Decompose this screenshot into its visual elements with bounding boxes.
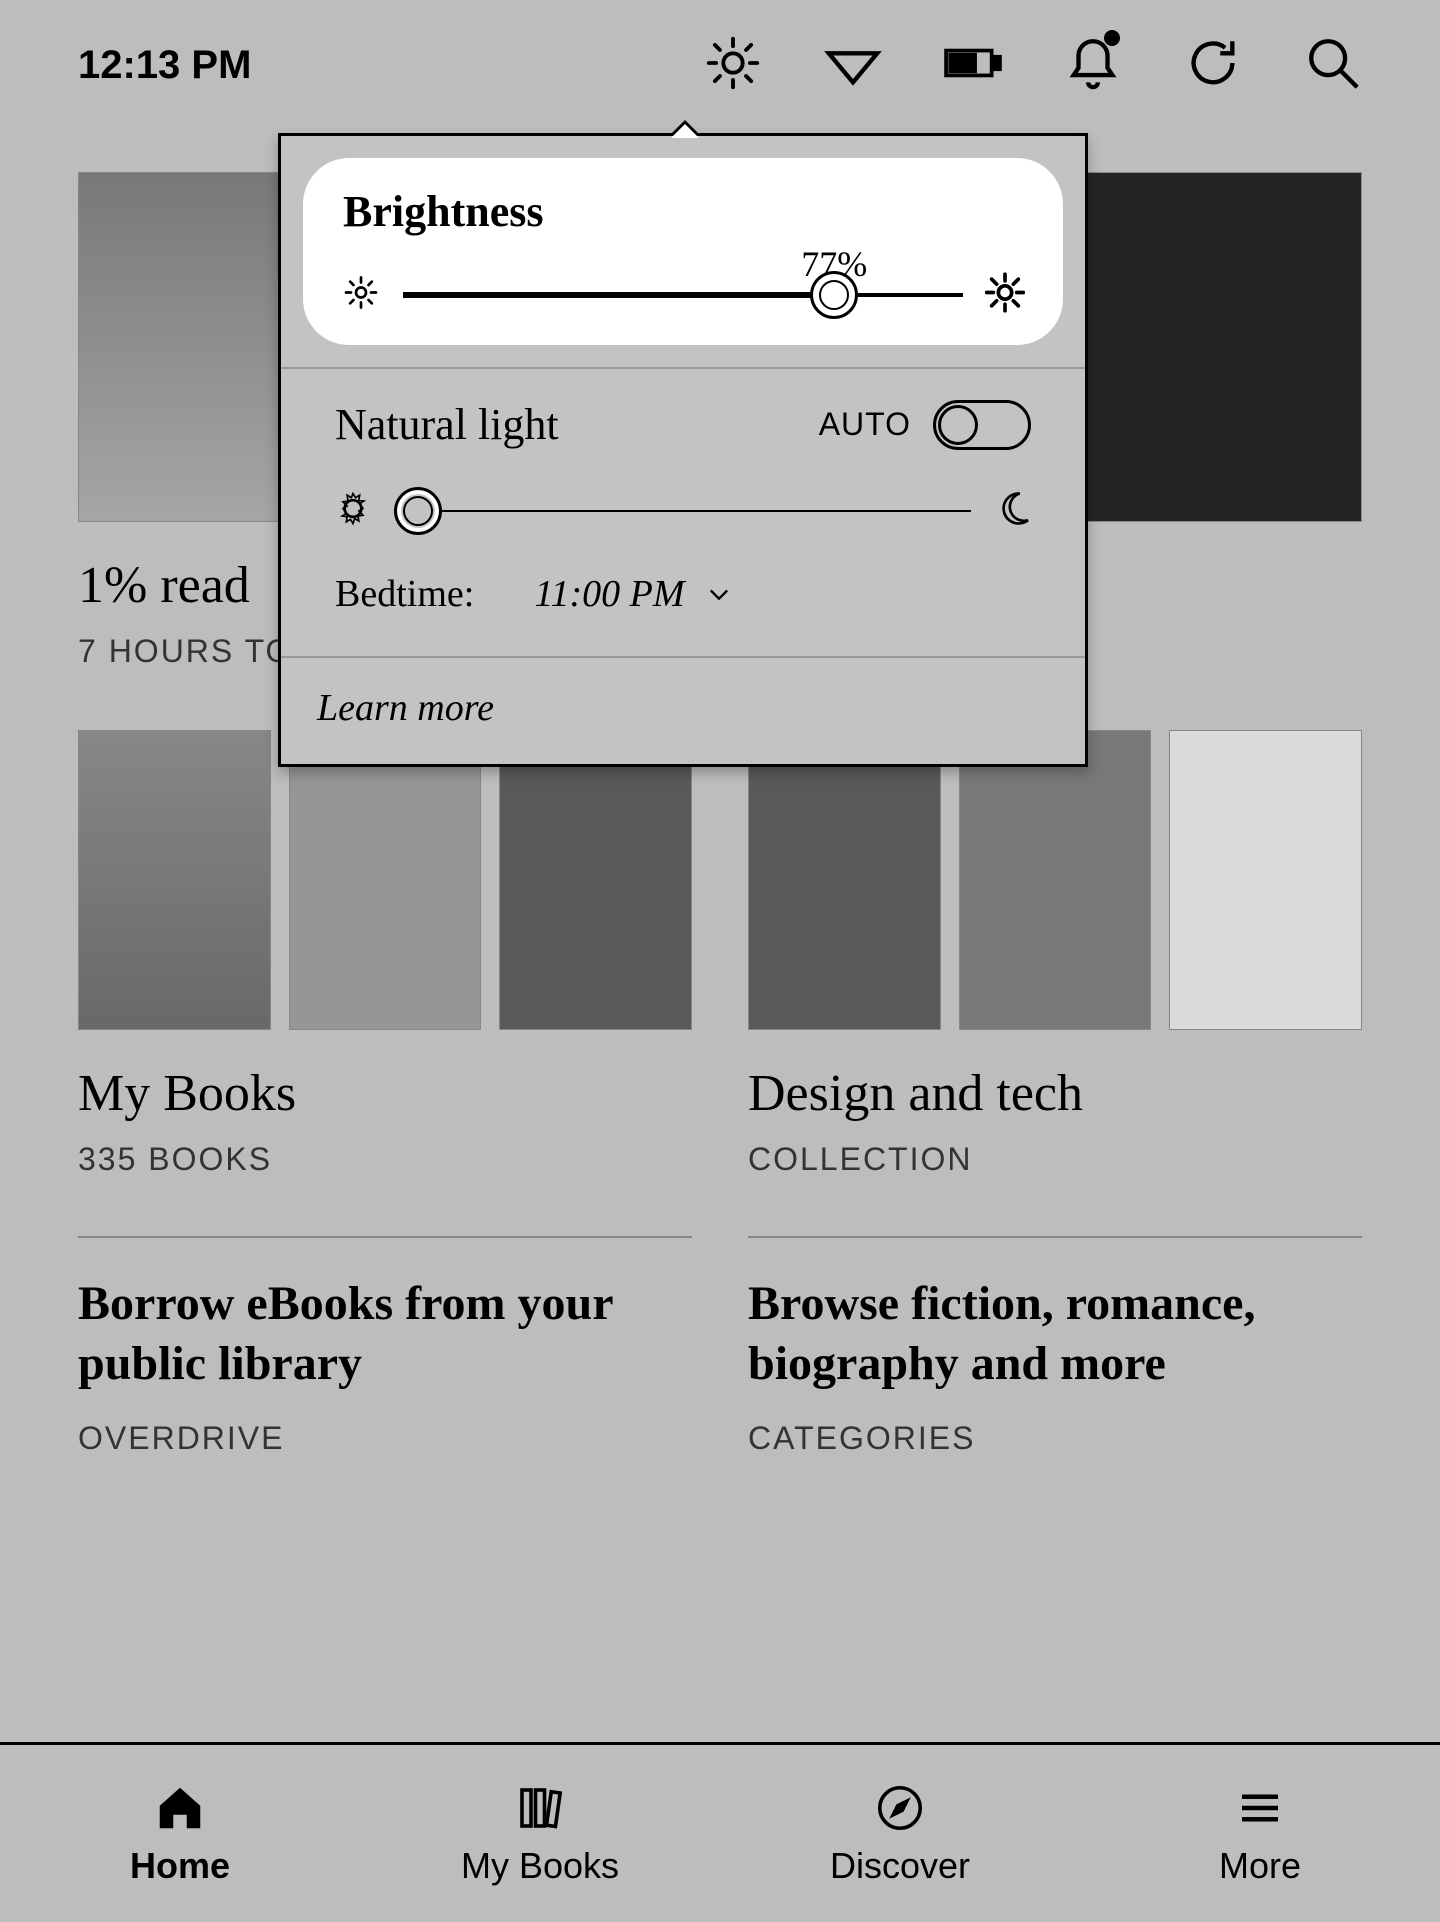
slider-thumb[interactable] [394, 487, 442, 535]
brightness-title: Brightness [343, 186, 1023, 237]
slider-thumb[interactable] [810, 271, 858, 319]
book-cover[interactable] [1055, 172, 1363, 522]
promo-subtitle: OVERDRIVE [78, 1420, 692, 1457]
categories-link[interactable]: Browse fiction, romance, biography and m… [748, 1274, 1362, 1457]
brightness-slider[interactable]: 77% [343, 293, 1023, 297]
moon-icon [993, 489, 1033, 534]
compass-icon [873, 1781, 927, 1835]
shelf-title: My Books [78, 1064, 692, 1123]
sun-outline-icon [333, 489, 373, 534]
chevron-down-icon [705, 580, 733, 608]
wifi-icon[interactable] [824, 34, 882, 97]
book-cover [499, 730, 692, 1030]
nav-home[interactable]: Home [0, 1745, 360, 1922]
nav-label: More [1219, 1845, 1301, 1887]
book-cover [959, 730, 1152, 1030]
status-icons [704, 34, 1362, 97]
promo-title: Browse fiction, romance, biography and m… [748, 1274, 1362, 1394]
book-cover [748, 730, 941, 1030]
shelf-subtitle: 335 BOOKS [78, 1141, 692, 1178]
nav-discover[interactable]: Discover [720, 1745, 1080, 1922]
nav-label: Home [130, 1845, 230, 1887]
auto-toggle[interactable] [933, 400, 1031, 450]
shelf-title: Design and tech [748, 1064, 1362, 1123]
notification-dot [1104, 30, 1120, 46]
brightness-card: Brightness [303, 158, 1063, 345]
promo-title: Borrow eBooks from your public library [78, 1274, 692, 1394]
auto-label: AUTO [819, 406, 911, 443]
natural-light-title: Natural light [335, 399, 559, 450]
bedtime-label: Bedtime: [335, 572, 474, 616]
warmth-slider[interactable] [335, 510, 1031, 512]
collection-tile[interactable]: Design and tech COLLECTION [748, 730, 1362, 1178]
book-cover [78, 730, 271, 1030]
home-icon [153, 1781, 207, 1835]
books-icon [513, 1781, 567, 1835]
nav-more[interactable]: More [1080, 1745, 1440, 1922]
battery-icon[interactable] [944, 34, 1002, 97]
bedtime-dropdown[interactable]: 11:00 PM [534, 572, 732, 616]
notifications-icon[interactable] [1064, 34, 1122, 97]
learn-more-link[interactable]: Learn more [281, 658, 1085, 764]
natural-light-section: Natural light AUTO [281, 369, 1085, 656]
sun-max-icon [985, 273, 1025, 318]
nav-label: Discover [830, 1845, 970, 1887]
nav-label: My Books [461, 1845, 619, 1887]
promo-subtitle: CATEGORIES [748, 1420, 1362, 1457]
bedtime-value: 11:00 PM [534, 572, 684, 616]
sun-min-icon [341, 273, 381, 318]
brightness-icon[interactable] [704, 34, 762, 97]
search-icon[interactable] [1304, 34, 1362, 97]
nav-my-books[interactable]: My Books [360, 1745, 720, 1922]
overdrive-link[interactable]: Borrow eBooks from your public library O… [78, 1274, 692, 1457]
book-cover [1169, 730, 1362, 1030]
brightness-popover: Brightness [278, 133, 1088, 767]
menu-icon [1233, 1781, 1287, 1835]
bottom-nav: Home My Books Discover More [0, 1742, 1440, 1922]
clock: 12:13 PM [78, 43, 251, 88]
sync-icon[interactable] [1184, 34, 1242, 97]
my-books-tile[interactable]: My Books 335 BOOKS [78, 730, 692, 1178]
shelf-subtitle: COLLECTION [748, 1141, 1362, 1178]
status-bar: 12:13 PM [0, 0, 1440, 130]
book-cover [289, 730, 482, 1030]
